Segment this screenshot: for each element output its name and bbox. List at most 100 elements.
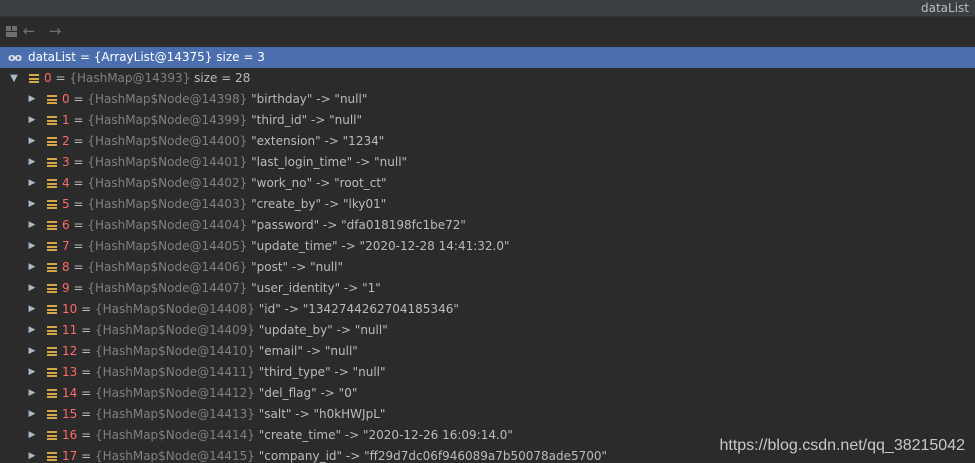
expand-arrow-icon[interactable]: ▶: [26, 194, 38, 215]
expand-arrow-icon[interactable]: ▶: [26, 446, 38, 463]
expand-arrow-icon[interactable]: ▶: [26, 404, 38, 425]
entry-eq: =: [69, 260, 88, 274]
expand-arrow-icon[interactable]: ▶: [26, 215, 38, 236]
tree-row-entry[interactable]: ▶ 0 = {HashMap$Node@14398} "birthday" -> …: [0, 89, 975, 110]
entry-ref: {HashMap$Node@14402}: [87, 176, 248, 190]
field-icon: [47, 410, 57, 419]
entry-label: 1 = {HashMap$Node@14399} "third_id" -> "…: [62, 110, 362, 131]
entry-index: 4: [62, 176, 70, 190]
entry-ref: {HashMap$Node@14410}: [94, 344, 255, 358]
collapse-arrow-icon[interactable]: ▼: [8, 68, 20, 89]
entry-ref: {HashMap$Node@14413}: [94, 407, 255, 421]
entry-label: 12 = {HashMap$Node@14410} "email" -> "nu…: [62, 341, 358, 362]
expand-arrow-icon[interactable]: ▶: [26, 173, 38, 194]
tree-row-entry[interactable]: ▶ 15 = {HashMap$Node@14413} "salt" -> "h0…: [0, 404, 975, 425]
tree-row-entry[interactable]: ▶ 9 = {HashMap$Node@14407} "user_identity…: [0, 278, 975, 299]
root-ref: {ArrayList@14375}: [93, 50, 213, 64]
entry-ref: {HashMap$Node@14403}: [87, 197, 248, 211]
expand-arrow-icon[interactable]: ▶: [26, 257, 38, 278]
layout-icon[interactable]: [2, 22, 20, 40]
entry-value: "birthday" -> "null": [247, 92, 368, 106]
item-eq: =: [51, 71, 70, 85]
entry-value: "post" -> "null": [247, 260, 343, 274]
expand-arrow-icon[interactable]: ▶: [26, 236, 38, 257]
window-title: dataList: [920, 1, 969, 15]
entry-label: 8 = {HashMap$Node@14406} "post" -> "null…: [62, 257, 343, 278]
tree-row-entry[interactable]: ▶ 3 = {HashMap$Node@14401} "last_login_ti…: [0, 152, 975, 173]
entry-eq: =: [69, 281, 88, 295]
field-icon: [47, 95, 57, 104]
expand-arrow-icon[interactable]: ▶: [26, 362, 38, 383]
entry-eq: =: [77, 302, 95, 316]
watch-icon: oo: [8, 51, 22, 64]
expand-arrow-icon[interactable]: ▶: [26, 278, 38, 299]
entry-eq: =: [77, 365, 95, 379]
entry-eq: =: [69, 197, 88, 211]
entry-label: 0 = {HashMap$Node@14398} "birthday" -> "…: [62, 89, 367, 110]
expand-arrow-icon[interactable]: ▶: [26, 299, 38, 320]
tree-row-entry[interactable]: ▶ 11 = {HashMap$Node@14409} "update_by" -…: [0, 320, 975, 341]
entry-index: 9: [62, 281, 70, 295]
expand-arrow-icon[interactable]: ▶: [26, 425, 38, 446]
entry-label: 9 = {HashMap$Node@14407} "user_identity"…: [62, 278, 381, 299]
entry-value: "update_time" -> "2020-12-28 14:41:32.0": [247, 239, 510, 253]
tree-row-entry[interactable]: ▶ 6 = {HashMap$Node@14404} "password" -> …: [0, 215, 975, 236]
entry-ref: {HashMap$Node@14406}: [87, 260, 248, 274]
tree-row-entry[interactable]: ▶ 5 = {HashMap$Node@14403} "create_by" ->…: [0, 194, 975, 215]
entry-index: 6: [62, 218, 70, 232]
tree-row-entry[interactable]: ▶ 2 = {HashMap$Node@14400} "extension" ->…: [0, 131, 975, 152]
field-icon: [47, 242, 57, 251]
entry-value: "third_type" -> "null": [254, 365, 386, 379]
entry-eq: =: [77, 386, 95, 400]
entry-label: 16 = {HashMap$Node@14414} "create_time" …: [62, 425, 513, 446]
entry-index: 5: [62, 197, 70, 211]
debugger-toolbar: ← →: [0, 17, 975, 46]
entry-value: "update_by" -> "null": [254, 323, 388, 337]
tree-row-entry[interactable]: ▶ 13 = {HashMap$Node@14411} "third_type" …: [0, 362, 975, 383]
field-icon: [47, 305, 57, 314]
entry-index: 15: [62, 407, 78, 421]
tree-row-root[interactable]: oo dataList = {ArrayList@14375} size = 3: [0, 47, 975, 68]
expand-arrow-icon[interactable]: ▶: [26, 320, 38, 341]
entry-ref: {HashMap$Node@14401}: [87, 155, 248, 169]
expand-arrow-icon[interactable]: ▶: [26, 110, 38, 131]
expand-arrow-icon[interactable]: ▶: [26, 152, 38, 173]
entry-ref: {HashMap$Node@14414}: [94, 428, 255, 442]
tree-row-entry[interactable]: ▶ 8 = {HashMap$Node@14406} "post" -> "nul…: [0, 257, 975, 278]
tree-row-entry[interactable]: ▶ 7 = {HashMap$Node@14405} "update_time" …: [0, 236, 975, 257]
expand-arrow-icon[interactable]: ▶: [26, 341, 38, 362]
entry-ref: {HashMap$Node@14398}: [87, 92, 248, 106]
tree-row-entry[interactable]: ▶ 12 = {HashMap$Node@14410} "email" -> "n…: [0, 341, 975, 362]
tree-row-entry[interactable]: ▶ 10 = {HashMap$Node@14408} "id" -> "1342…: [0, 299, 975, 320]
tree-row-entry[interactable]: ▶ 14 = {HashMap$Node@14412} "del_flag" ->…: [0, 383, 975, 404]
tree-row-entry[interactable]: ▶ 1 = {HashMap$Node@14399} "third_id" -> …: [0, 110, 975, 131]
entry-eq: =: [69, 92, 88, 106]
entry-eq: =: [77, 428, 95, 442]
entry-label: 6 = {HashMap$Node@14404} "password" -> "…: [62, 215, 466, 236]
entry-eq: =: [69, 155, 88, 169]
entry-index: 14: [62, 386, 78, 400]
variables-tree: oo dataList = {ArrayList@14375} size = 3…: [0, 47, 975, 463]
entry-index: 12: [62, 344, 78, 358]
expand-arrow-icon[interactable]: ▶: [26, 131, 38, 152]
entry-value: "del_flag" -> "0": [254, 386, 358, 400]
entry-index: 0: [62, 92, 70, 106]
entry-ref: {HashMap$Node@14399}: [87, 113, 248, 127]
expand-arrow-icon[interactable]: ▶: [26, 383, 38, 404]
root-eq: =: [76, 50, 94, 64]
entry-eq: =: [77, 407, 95, 421]
entry-value: "salt" -> "h0kHWJpL": [254, 407, 386, 421]
entry-ref: {HashMap$Node@14409}: [94, 323, 255, 337]
entry-value: "company_id" -> "ff29d7dc06f946089a7b500…: [254, 449, 608, 463]
title-bar: dataList: [0, 0, 975, 17]
entry-ref: {HashMap$Node@14415}: [94, 449, 255, 463]
entry-label: 2 = {HashMap$Node@14400} "extension" -> …: [62, 131, 384, 152]
field-icon: [47, 263, 57, 272]
tree-row-entry[interactable]: ▶ 4 = {HashMap$Node@14402} "work_no" -> "…: [0, 173, 975, 194]
entry-value: "create_time" -> "2020-12-26 16:09:14.0": [254, 428, 513, 442]
expand-arrow-icon[interactable]: ▶: [26, 89, 38, 110]
entry-eq: =: [69, 218, 88, 232]
arrow-right-icon[interactable]: →: [46, 22, 64, 40]
tree-row-item-0[interactable]: ▼ 0 = {HashMap@14393} size = 28: [0, 68, 975, 89]
arrow-left-icon[interactable]: ←: [20, 22, 38, 40]
